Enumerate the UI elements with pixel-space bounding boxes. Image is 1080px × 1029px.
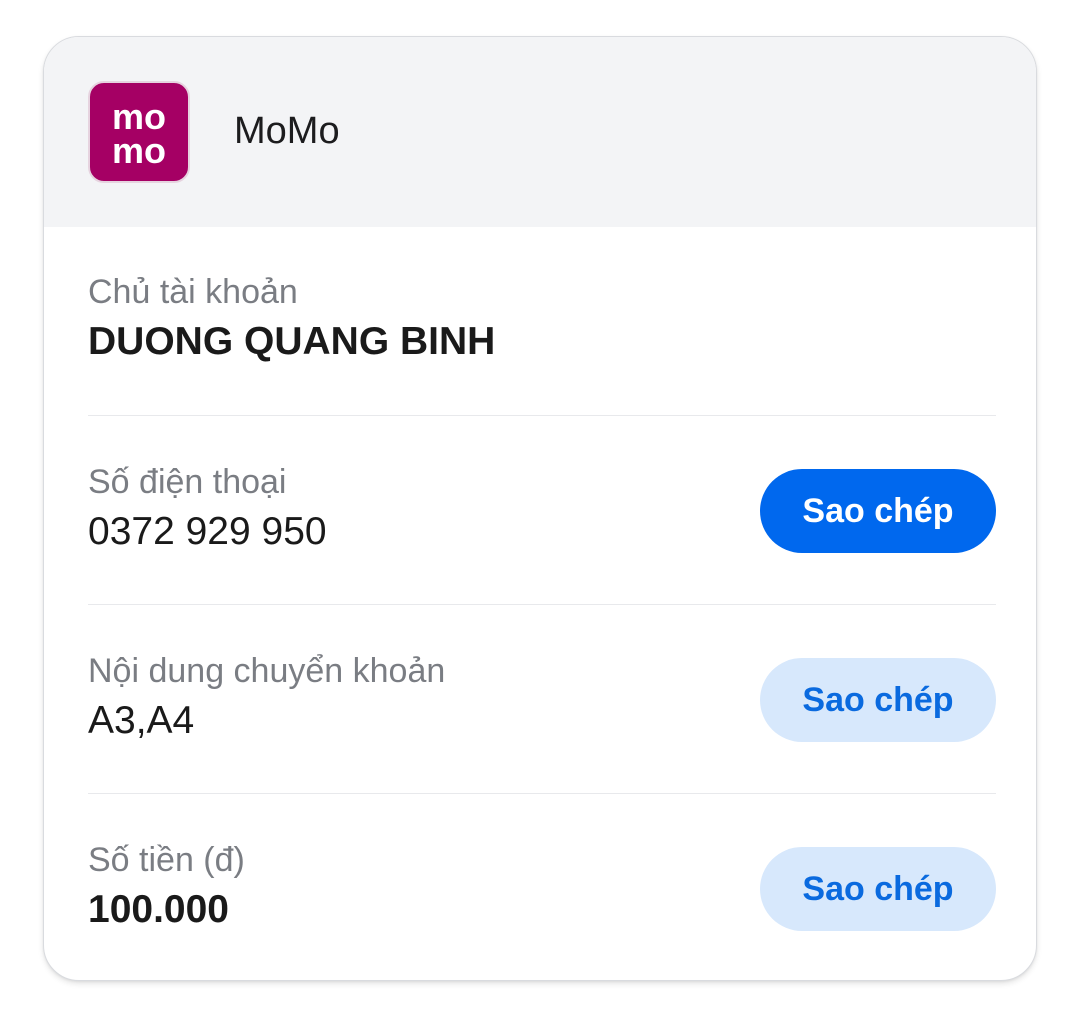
app-name: MoMo <box>234 110 340 152</box>
transfer-content-label: Nội dung chuyển khoản <box>88 652 446 690</box>
momo-logo: mo mo <box>88 81 190 183</box>
amount-row: Số tiền (đ) 100.000 Sao chép <box>88 837 996 937</box>
account-holder-label: Chủ tài khoản <box>88 273 298 311</box>
svg-text:mo: mo <box>112 130 166 167</box>
transfer-content-value: A3,A4 <box>88 699 195 742</box>
amount-label: Số tiền (đ) <box>88 841 245 879</box>
phone-label: Số điện thoại <box>88 463 287 501</box>
card-header: mo mo MoMo <box>44 37 1036 227</box>
copy-phone-button[interactable]: Sao chép <box>760 469 996 553</box>
divider <box>88 415 996 416</box>
account-holder-value: DUONG QUANG BINH <box>88 320 496 363</box>
copy-transfer-content-button[interactable]: Sao chép <box>760 658 996 742</box>
transfer-content-row: Nội dung chuyển khoản A3,A4 Sao chép <box>88 648 996 748</box>
divider <box>88 604 996 605</box>
account-holder-row: Chủ tài khoản DUONG QUANG BINH <box>88 269 996 369</box>
momo-logo-icon: mo mo <box>112 97 166 167</box>
phone-value: 0372 929 950 <box>88 510 327 553</box>
phone-row: Số điện thoại 0372 929 950 Sao chép <box>88 459 996 559</box>
payment-info-card: mo mo MoMo Chủ tài khoản DUONG QUANG BIN… <box>43 36 1037 981</box>
amount-value: 100.000 <box>88 888 229 931</box>
copy-amount-button[interactable]: Sao chép <box>760 847 996 931</box>
divider <box>88 793 996 794</box>
